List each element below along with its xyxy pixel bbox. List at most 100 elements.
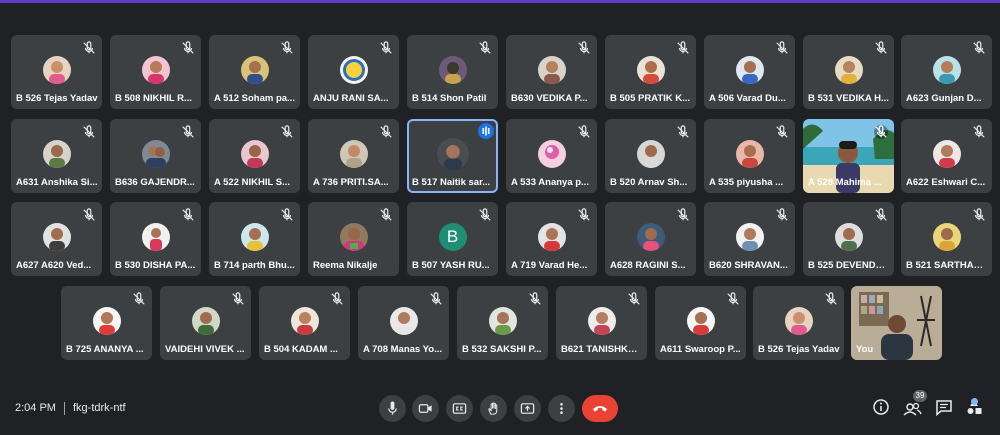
participant-tile[interactable]: A 522 NIKHIL S...	[209, 119, 300, 193]
avatar	[735, 223, 764, 251]
participant-tile[interactable]: A 535 piyusha ...	[704, 119, 795, 193]
avatar	[339, 140, 368, 168]
mic-off-icon	[825, 292, 837, 305]
participant-tile[interactable]: B 531 VEDIKA H...	[803, 35, 894, 109]
more-options-icon	[560, 402, 563, 415]
participant-name: B 531 VEDIKA H...	[808, 93, 889, 104]
participant-tile[interactable]: B636 GAJENDR...	[110, 119, 201, 193]
participant-tile[interactable]: B 526 Tejas Yadav	[753, 286, 844, 360]
participant-tile[interactable]: B 504 KADAM ...	[259, 286, 350, 360]
participant-tile[interactable]: B 526 Tejas Yadav	[11, 35, 102, 109]
more-options-button[interactable]	[548, 395, 575, 422]
mic-off-icon	[677, 125, 689, 138]
participant-tile[interactable]: B621 TANISHKA ...	[556, 286, 647, 360]
participant-name: A 535 piyusha ...	[709, 177, 784, 188]
present-button[interactable]	[514, 395, 541, 422]
mic-off-icon	[479, 208, 491, 221]
letter-avatar: B	[438, 223, 467, 251]
participant-tile[interactable]: A628 RAGINI S...	[605, 202, 696, 276]
participant-tile[interactable]: B 725 ANANYA ...	[61, 286, 152, 360]
mic-off-icon	[232, 292, 244, 305]
participant-tile[interactable]: B 514 Shon Patil	[407, 35, 498, 109]
chat-icon	[936, 400, 952, 417]
participant-name: B 526 Tejas Yadav	[16, 93, 98, 104]
participant-name: A631 Anshika Si...	[16, 177, 98, 188]
meeting-time: 2:04 PM	[15, 402, 56, 414]
participant-count-badge: 39	[913, 390, 927, 402]
participant-grid: B 526 Tejas Yadav B 508 NIKHIL R... A 51…	[0, 0, 1000, 370]
participant-tile[interactable]: B 521 SARTHAK ...	[901, 202, 992, 276]
end-call-icon	[593, 406, 607, 412]
participant-tile[interactable]: A 506 Varad Du...	[704, 35, 795, 109]
chat-button[interactable]	[933, 396, 955, 418]
avatar	[42, 56, 71, 84]
participant-tile[interactable]: A622 Eshwari C...	[901, 119, 992, 193]
mic-off-icon	[727, 292, 739, 305]
mic-off-icon	[331, 292, 343, 305]
participant-tile[interactable]: A623 Gunjan D...	[901, 35, 992, 109]
participant-tile[interactable]: Reema Nikalje	[308, 202, 399, 276]
mic-off-icon	[380, 208, 392, 221]
avatar	[141, 140, 170, 168]
avatar	[686, 307, 715, 335]
mic-off-icon	[578, 208, 590, 221]
avatar	[932, 56, 961, 84]
participant-name: A 708 Manas Yo...	[363, 344, 443, 355]
participant-name: B 521 SARTHAK ...	[906, 260, 988, 271]
mic-off-icon	[776, 208, 788, 221]
participant-tile[interactable]: A 736 PRITI.SA...	[308, 119, 399, 193]
participant-tile[interactable]: A 719 Varad He...	[506, 202, 597, 276]
info-icon	[873, 399, 889, 415]
participant-tile[interactable]: B 532 SAKSHI P...	[457, 286, 548, 360]
participant-name: A628 RAGINI S...	[610, 260, 686, 271]
mic-off-icon	[776, 41, 788, 54]
participant-name: B 505 PRATIK K...	[610, 93, 691, 104]
microphone-button[interactable]	[379, 395, 406, 422]
participant-tile[interactable]: A 708 Manas Yo...	[358, 286, 449, 360]
participant-tile-speaking[interactable]: B 517 Naitik sar...	[407, 119, 498, 193]
participant-tile[interactable]: A 512 Soham pa...	[209, 35, 300, 109]
participant-tile[interactable]: A627 A620 Ved...	[11, 202, 102, 276]
participant-tile[interactable]: B620 SHRAVAN...	[704, 202, 795, 276]
camera-button[interactable]	[412, 395, 439, 422]
participant-tile[interactable]: B 520 Arnav Sh...	[605, 119, 696, 193]
mic-off-icon	[83, 208, 95, 221]
participant-tile-video[interactable]: A 528 Mahima ...	[803, 119, 894, 193]
avatar	[636, 140, 665, 168]
participant-tile[interactable]: VAIDEHI VIVEK ...	[160, 286, 251, 360]
mic-off-icon	[628, 292, 640, 305]
mic-off-icon	[973, 208, 985, 221]
participant-tile[interactable]: A 533 Ananya p...	[506, 119, 597, 193]
participant-tile[interactable]: B 530 DISHA PA...	[110, 202, 201, 276]
mic-off-icon	[875, 208, 887, 221]
self-view-tile[interactable]: You	[851, 286, 942, 360]
participant-name: A 528 Mahima ...	[808, 177, 882, 188]
participant-tile[interactable]: B 714 parth Bhu...	[209, 202, 300, 276]
participant-tile[interactable]: A611 Swaroop P...	[655, 286, 746, 360]
mic-off-icon	[182, 125, 194, 138]
participant-name: Reema Nikalje	[313, 260, 378, 271]
participant-name: B 517 Naitik sar...	[412, 177, 491, 188]
avatar	[537, 56, 566, 84]
participant-name: A 512 Soham pa...	[214, 93, 295, 104]
mic-off-icon	[973, 41, 985, 54]
captions-button[interactable]	[446, 395, 473, 422]
participant-tile[interactable]: ANJU RANI SA...	[308, 35, 399, 109]
meeting-details-button[interactable]	[870, 396, 892, 418]
participant-tile[interactable]: B 505 PRATIK K...	[605, 35, 696, 109]
avatar	[141, 223, 170, 251]
end-call-button[interactable]	[582, 395, 618, 422]
raise-hand-button[interactable]	[480, 395, 507, 422]
participant-tile[interactable]: B 525 DEVENDR...	[803, 202, 894, 276]
participant-tile[interactable]: B B 507 YASH RU...	[407, 202, 498, 276]
mic-off-icon	[479, 41, 491, 54]
participant-tile[interactable]: B630 VEDIKA P...	[506, 35, 597, 109]
participant-tile[interactable]: B 508 NIKHIL R...	[110, 35, 201, 109]
avatar	[587, 307, 616, 335]
participant-tile[interactable]: A631 Anshika Si...	[11, 119, 102, 193]
participant-name: A627 A620 Ved...	[16, 260, 92, 271]
participant-name: B 525 DEVENDR...	[808, 260, 890, 271]
avatar	[537, 223, 566, 251]
participant-name: VAIDEHI VIVEK ...	[165, 344, 245, 355]
avatar	[436, 138, 469, 170]
